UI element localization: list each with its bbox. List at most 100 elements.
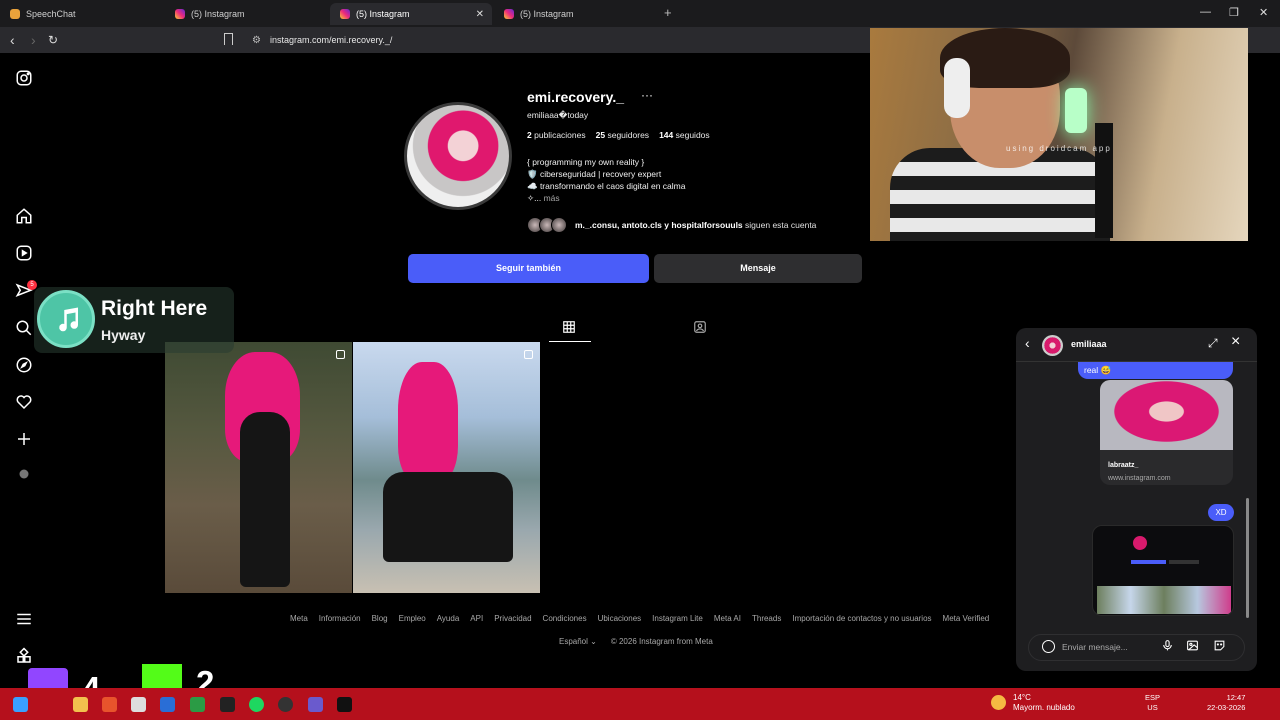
- app-icon[interactable]: [190, 697, 205, 712]
- chat-back-icon[interactable]: ‹: [1025, 335, 1030, 351]
- track-artist: Hyway: [101, 327, 146, 343]
- windows-start-icon[interactable]: [13, 697, 28, 712]
- followers-count[interactable]: 25 seguidores: [596, 130, 649, 140]
- expand-icon[interactable]: ⤢: [1208, 336, 1218, 351]
- weather-icon[interactable]: [991, 695, 1006, 710]
- more-options-icon[interactable]: ···: [641, 88, 653, 102]
- forward-icon[interactable]: ›: [31, 32, 36, 48]
- chat-avatar[interactable]: [1042, 335, 1063, 356]
- language-select[interactable]: Español ⌄: [559, 637, 597, 646]
- webcam-watermark: using droidcam app: [1006, 144, 1112, 153]
- new-tab-icon[interactable]: +: [664, 5, 672, 20]
- followed-by[interactable]: m._.consu, antoto.cls y hospitalforsouul…: [527, 215, 816, 235]
- taskbar-weather[interactable]: 14°C Mayorm. nublado: [1013, 693, 1075, 713]
- window-close-icon[interactable]: ✕: [1259, 6, 1268, 19]
- microphone-icon[interactable]: [1161, 639, 1175, 653]
- following-count[interactable]: 144 seguidos: [659, 130, 710, 140]
- message-button[interactable]: Mensaje: [654, 254, 862, 283]
- tab-instagram-1[interactable]: (5) Instagram: [165, 3, 330, 25]
- app-icon[interactable]: [102, 697, 117, 712]
- post-thumbnail[interactable]: [353, 342, 540, 593]
- footer-link[interactable]: Ubicaciones: [598, 614, 642, 623]
- browser-tab-bar: SpeechChat (5) Instagram (5) Instagram ✕…: [0, 0, 1280, 27]
- footer-link[interactable]: Información: [319, 614, 361, 623]
- footer-link[interactable]: API: [470, 614, 483, 623]
- message-input[interactable]: [1062, 639, 1162, 655]
- chat-close-icon[interactable]: ×: [1231, 333, 1240, 351]
- app-icon[interactable]: [220, 697, 235, 712]
- image-message[interactable]: [1092, 525, 1234, 616]
- post-figure: [240, 412, 290, 587]
- apps-icon[interactable]: [15, 647, 33, 665]
- sticker-icon[interactable]: [1213, 639, 1227, 653]
- maximize-icon[interactable]: ❐: [1229, 6, 1239, 19]
- app-icon[interactable]: [131, 697, 146, 712]
- footer-link[interactable]: Blog: [372, 614, 388, 623]
- bio-line: ☁️ transformando el caos digital en calm…: [527, 181, 686, 191]
- post-figure: [383, 472, 513, 562]
- shared-post-card[interactable]: labraatz_ www.instagram.com: [1100, 380, 1233, 485]
- footer-link[interactable]: Ayuda: [437, 614, 460, 623]
- create-icon[interactable]: [15, 430, 33, 448]
- file-explorer-icon[interactable]: [73, 697, 88, 712]
- tab-posts[interactable]: [549, 316, 591, 342]
- tab-instagram-active[interactable]: (5) Instagram ✕: [330, 3, 492, 25]
- menu-icon[interactable]: [15, 610, 33, 628]
- minimize-icon[interactable]: —: [1200, 6, 1211, 18]
- tab-speechchat[interactable]: SpeechChat: [0, 3, 165, 25]
- footer-link[interactable]: Empleo: [399, 614, 426, 623]
- chat-scrollbar[interactable]: [1246, 498, 1249, 618]
- search-icon[interactable]: [15, 319, 33, 337]
- screenshot-button: [1169, 560, 1199, 564]
- footer-meta: Español ⌄ © 2026 Instagram from Meta: [559, 637, 713, 646]
- chat-popup: ‹ emiliaaa ⤢ × real 😅 labraatz_ www.inst…: [1016, 328, 1257, 671]
- spotify-icon[interactable]: [249, 697, 264, 712]
- tab-instagram-3[interactable]: (5) Instagram: [494, 3, 659, 25]
- shared-post-image: [1100, 380, 1233, 450]
- url-field[interactable]: instagram.com/emi.recovery._/: [270, 35, 392, 45]
- pinned-icon: [336, 350, 345, 359]
- taskbar-clock[interactable]: 12:47 22-03-2026: [1207, 693, 1245, 713]
- reload-icon[interactable]: ↻: [48, 33, 58, 47]
- profile-avatar[interactable]: [404, 102, 512, 210]
- footer-link[interactable]: Threads: [752, 614, 781, 623]
- emoji-icon[interactable]: [1042, 640, 1055, 653]
- heart-icon[interactable]: [15, 393, 33, 411]
- tab-tagged[interactable]: [680, 316, 722, 342]
- footer-link[interactable]: Meta: [290, 614, 308, 623]
- post-figure: [398, 362, 458, 482]
- footer-link[interactable]: Meta Verified: [943, 614, 990, 623]
- image-icon[interactable]: [1186, 639, 1200, 653]
- bio-line: 🛡️ ciberseguridad | recovery expert: [527, 169, 662, 179]
- bio-more-link[interactable]: más: [544, 193, 560, 203]
- microphone-arm: [1095, 123, 1113, 238]
- bookmark-icon[interactable]: [224, 33, 233, 45]
- back-icon[interactable]: ‹: [10, 32, 15, 48]
- follow-back-button[interactable]: Seguir también: [408, 254, 649, 283]
- tab-close-icon[interactable]: ✕: [476, 9, 484, 20]
- footer-link[interactable]: Importación de contactos y no usuarios: [792, 614, 931, 623]
- language-indicator[interactable]: ESP US: [1145, 693, 1160, 713]
- app-icon[interactable]: [160, 697, 175, 712]
- site-settings-icon[interactable]: ⚙: [252, 35, 261, 46]
- footer-link[interactable]: Privacidad: [494, 614, 531, 623]
- screenshot-avatar: [1133, 536, 1147, 550]
- app-icon[interactable]: [337, 697, 352, 712]
- profile-username: emi.recovery._: [527, 89, 625, 105]
- obs-icon[interactable]: [278, 697, 293, 712]
- explore-icon[interactable]: [15, 356, 33, 374]
- profile-avatar-icon[interactable]: [15, 465, 33, 483]
- instagram-favicon-icon: [504, 9, 514, 19]
- footer-link[interactable]: Instagram Lite: [652, 614, 703, 623]
- tab-label: (5) Instagram: [520, 9, 574, 19]
- chat-contact-name[interactable]: emiliaaa: [1071, 339, 1107, 349]
- post-thumbnail[interactable]: [165, 342, 352, 593]
- home-icon[interactable]: [15, 207, 33, 225]
- footer-link[interactable]: Condiciones: [543, 614, 587, 623]
- footer-link[interactable]: Meta AI: [714, 614, 741, 623]
- instagram-favicon-icon: [175, 9, 185, 19]
- instagram-logo-icon[interactable]: [15, 69, 33, 87]
- shared-post-domain: www.instagram.com: [1108, 475, 1171, 482]
- reels-icon[interactable]: [15, 244, 33, 262]
- app-icon[interactable]: [308, 697, 323, 712]
